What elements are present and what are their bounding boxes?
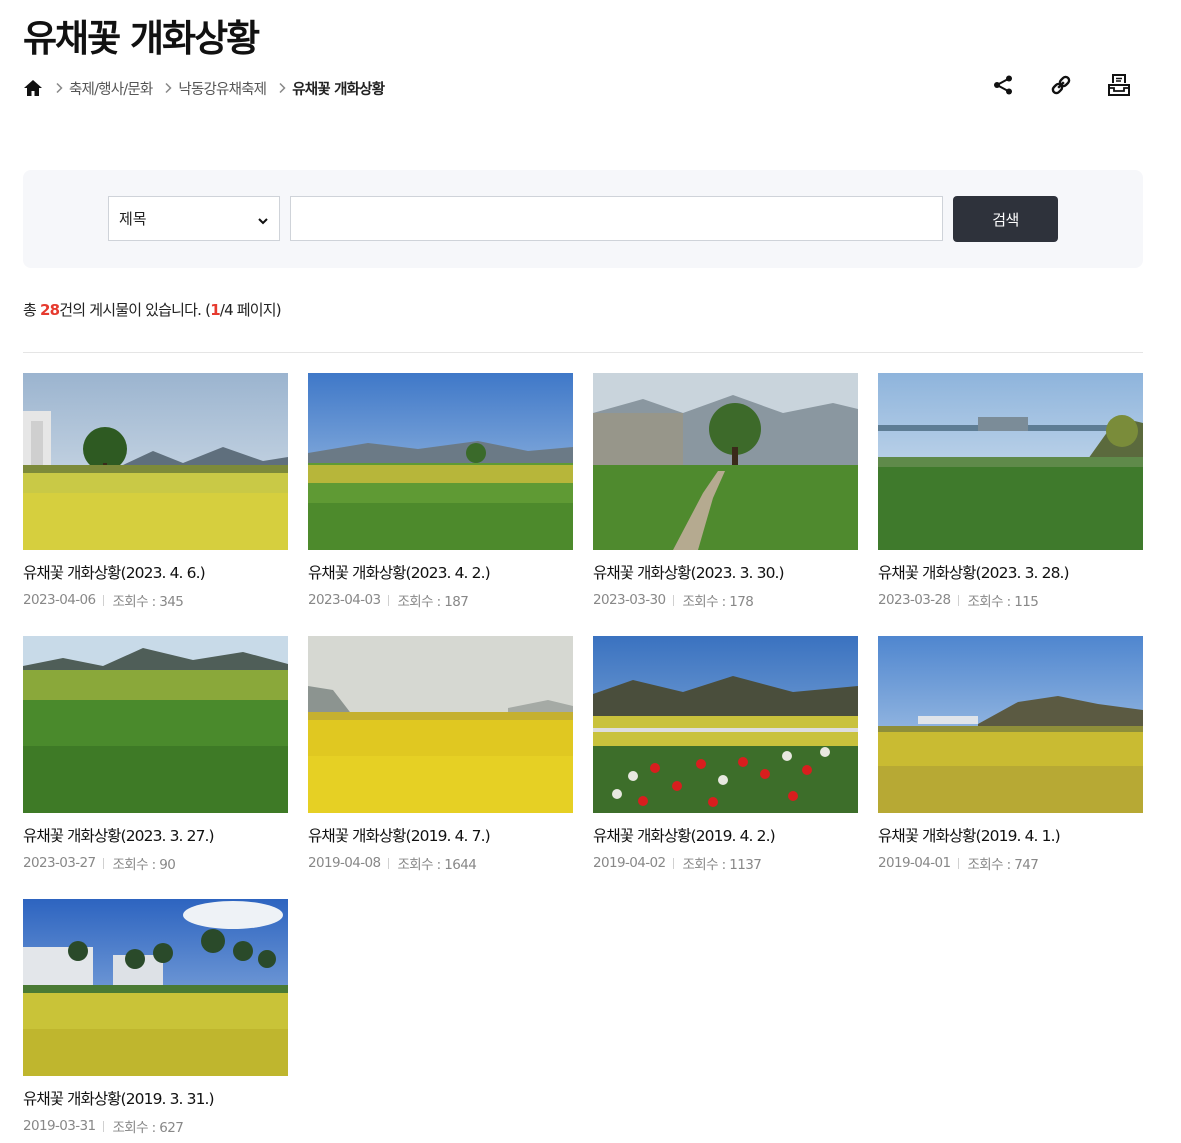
thumbnail-image[interactable] bbox=[593, 373, 858, 550]
gallery-item[interactable]: 유채꽃 개화상황(2019. 3. 31.) 2019-03-31 조회수 : 6… bbox=[23, 899, 288, 1136]
post-title[interactable]: 유채꽃 개화상황(2019. 3. 31.) bbox=[23, 1089, 288, 1109]
home-icon[interactable] bbox=[23, 78, 43, 98]
meta-separator bbox=[673, 857, 675, 869]
meta-separator bbox=[388, 857, 390, 869]
post-views: 조회수 : 345 bbox=[112, 594, 184, 610]
breadcrumb: 축제/행사/문화 낙동강유채축제 유채꽃 개화상황 bbox=[23, 76, 385, 100]
post-views: 조회수 : 627 bbox=[112, 1120, 184, 1136]
link-icon[interactable] bbox=[1048, 72, 1074, 98]
chevron-right-icon bbox=[276, 82, 288, 94]
post-title[interactable]: 유채꽃 개화상황(2019. 4. 7.) bbox=[308, 826, 573, 846]
gallery-item[interactable]: 유채꽃 개화상황(2023. 4. 2.) 2023-04-03 조회수 : 18… bbox=[308, 373, 573, 610]
gallery-item[interactable]: 유채꽃 개화상황(2019. 4. 1.) 2019-04-01 조회수 : 74… bbox=[878, 636, 1143, 873]
gallery-item[interactable]: 유채꽃 개화상황(2019. 4. 7.) 2019-04-08 조회수 : 16… bbox=[308, 636, 573, 873]
breadcrumb-item-current[interactable]: 유채꽃 개화상황 bbox=[292, 78, 385, 99]
meta-separator bbox=[673, 594, 675, 606]
post-count: 총 28건의 게시물이 있습니다. (1/4 페이지) bbox=[23, 299, 282, 320]
meta-separator bbox=[103, 857, 105, 869]
thumbnail-image[interactable] bbox=[308, 636, 573, 813]
gallery-item[interactable]: 유채꽃 개화상황(2023. 4. 6.) 2023-04-06 조회수 : 34… bbox=[23, 373, 288, 610]
post-views: 조회수 : 90 bbox=[112, 857, 176, 873]
thumbnail-image[interactable] bbox=[878, 373, 1143, 550]
search-area: 제목 검색 bbox=[23, 170, 1143, 268]
count-prefix: 총 bbox=[23, 301, 40, 319]
post-title[interactable]: 유채꽃 개화상황(2023. 3. 27.) bbox=[23, 826, 288, 846]
share-icon[interactable] bbox=[990, 72, 1016, 98]
post-views: 조회수 : 187 bbox=[397, 594, 469, 610]
breadcrumb-item-rapeseed-festival[interactable]: 낙동강유채축제 bbox=[178, 78, 267, 99]
post-views: 조회수 : 115 bbox=[967, 594, 1039, 610]
current-page: 1 bbox=[210, 301, 220, 319]
gallery-item[interactable]: 유채꽃 개화상황(2023. 3. 28.) 2023-03-28 조회수 : 1… bbox=[878, 373, 1143, 610]
search-input[interactable] bbox=[290, 196, 943, 241]
page-title: 유채꽃 개화상황 bbox=[23, 17, 260, 60]
search-button[interactable]: 검색 bbox=[953, 196, 1058, 242]
meta-separator bbox=[958, 594, 960, 606]
post-date: 2019-04-01 bbox=[878, 855, 951, 871]
gallery-item[interactable]: 유채꽃 개화상황(2019. 4. 2.) 2019-04-02 조회수 : 11… bbox=[593, 636, 858, 873]
post-title[interactable]: 유채꽃 개화상황(2023. 3. 30.) bbox=[593, 563, 858, 583]
thumbnail-image[interactable] bbox=[23, 636, 288, 813]
page-tools bbox=[990, 72, 1132, 98]
post-date: 2019-04-02 bbox=[593, 855, 666, 871]
post-title[interactable]: 유채꽃 개화상황(2023. 3. 28.) bbox=[878, 563, 1143, 583]
post-date: 2023-03-27 bbox=[23, 855, 96, 871]
post-views: 조회수 : 747 bbox=[967, 857, 1039, 873]
gallery-item[interactable]: 유채꽃 개화상황(2023. 3. 30.) 2023-03-30 조회수 : 1… bbox=[593, 373, 858, 610]
post-title[interactable]: 유채꽃 개화상황(2023. 4. 6.) bbox=[23, 563, 288, 583]
search-type-select[interactable]: 제목 bbox=[108, 196, 280, 241]
post-meta: 2023-03-30 조회수 : 178 bbox=[593, 590, 858, 610]
gallery-item[interactable]: 유채꽃 개화상황(2023. 3. 27.) 2023-03-27 조회수 : 9… bbox=[23, 636, 288, 873]
meta-separator bbox=[958, 857, 960, 869]
thumbnail-image[interactable] bbox=[308, 373, 573, 550]
post-date: 2023-03-28 bbox=[878, 592, 951, 608]
post-views: 조회수 : 178 bbox=[682, 594, 754, 610]
thumbnail-image[interactable] bbox=[878, 636, 1143, 813]
total-count: 28 bbox=[39, 301, 60, 319]
search-type-value: 제목 bbox=[119, 210, 147, 228]
post-meta: 2019-04-01 조회수 : 747 bbox=[878, 853, 1143, 873]
post-date: 2019-04-08 bbox=[308, 855, 381, 871]
breadcrumb-item-festival[interactable]: 축제/행사/문화 bbox=[69, 78, 153, 99]
chevron-down-icon bbox=[257, 213, 269, 225]
meta-separator bbox=[388, 594, 390, 606]
meta-separator bbox=[103, 1120, 105, 1132]
post-views: 조회수 : 1644 bbox=[397, 857, 477, 873]
post-meta: 2019-04-02 조회수 : 1137 bbox=[593, 853, 858, 873]
thumbnail-image[interactable] bbox=[23, 899, 288, 1076]
chevron-right-icon bbox=[162, 82, 174, 94]
post-views: 조회수 : 1137 bbox=[682, 857, 762, 873]
thumbnail-image[interactable] bbox=[593, 636, 858, 813]
post-title[interactable]: 유채꽃 개화상황(2023. 4. 2.) bbox=[308, 563, 573, 583]
post-meta: 2023-04-03 조회수 : 187 bbox=[308, 590, 573, 610]
divider bbox=[23, 352, 1143, 353]
post-date: 2023-04-03 bbox=[308, 592, 381, 608]
chevron-right-icon bbox=[53, 82, 65, 94]
post-meta: 2023-03-28 조회수 : 115 bbox=[878, 590, 1143, 610]
count-middle: 건의 게시물이 있습니다. ( bbox=[59, 301, 211, 319]
print-icon[interactable] bbox=[1106, 72, 1132, 98]
meta-separator bbox=[103, 594, 105, 606]
post-date: 2023-03-30 bbox=[593, 592, 666, 608]
post-title[interactable]: 유채꽃 개화상황(2019. 4. 2.) bbox=[593, 826, 858, 846]
post-title[interactable]: 유채꽃 개화상황(2019. 4. 1.) bbox=[878, 826, 1143, 846]
count-suffix: /4 페이지) bbox=[219, 301, 282, 319]
post-date: 2023-04-06 bbox=[23, 592, 96, 608]
thumbnail-image[interactable] bbox=[23, 373, 288, 550]
post-meta: 2019-03-31 조회수 : 627 bbox=[23, 1116, 288, 1136]
post-meta: 2019-04-08 조회수 : 1644 bbox=[308, 853, 573, 873]
post-meta: 2023-03-27 조회수 : 90 bbox=[23, 853, 288, 873]
post-meta: 2023-04-06 조회수 : 345 bbox=[23, 590, 288, 610]
post-date: 2019-03-31 bbox=[23, 1118, 96, 1134]
